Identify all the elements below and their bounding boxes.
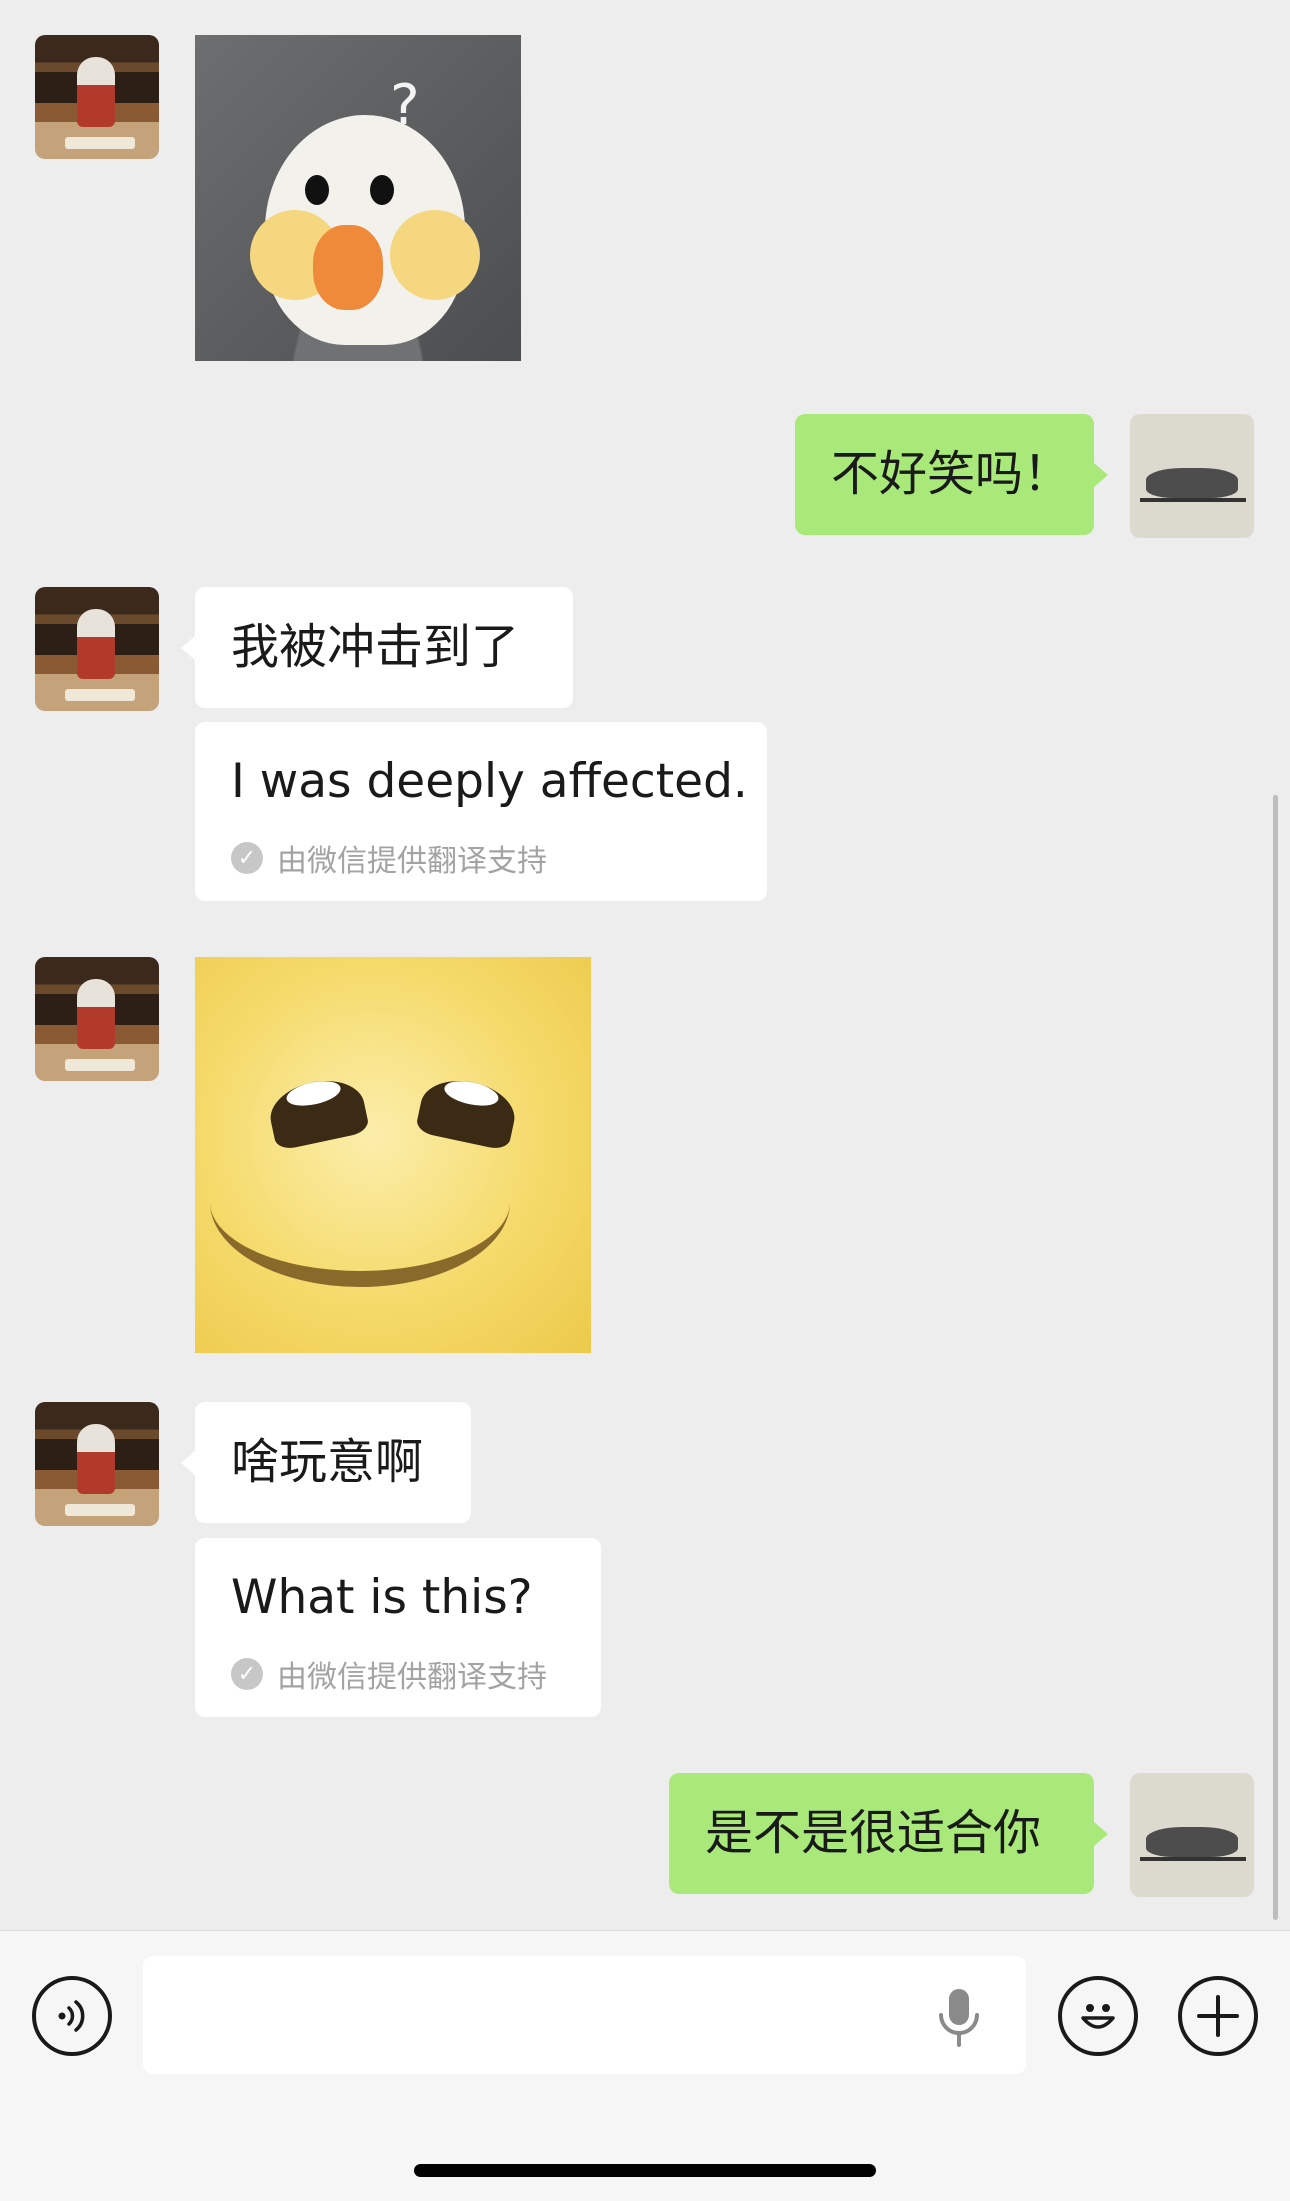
- received-message-bubble[interactable]: 啥玩意啊: [181, 1402, 471, 1523]
- input-bar: [0, 1930, 1290, 2201]
- avatar-image: [35, 1402, 159, 1526]
- translation-note: ✓ 由微信提供翻译支持: [231, 836, 547, 880]
- bubble-tail: [1094, 462, 1108, 487]
- translation-note: ✓ 由微信提供翻译支持: [231, 1652, 547, 1696]
- chat-area[interactable]: ? 不好笑吗！ 我被冲击到了 I was deeply affected. ✓ …: [0, 0, 1290, 1930]
- bird-sticker[interactable]: ?: [195, 35, 521, 361]
- bird-cheek: [390, 210, 480, 300]
- bird-eye: [370, 175, 394, 205]
- scrollbar[interactable]: [1273, 795, 1278, 1920]
- voice-toggle-button[interactable]: [32, 1976, 112, 2056]
- smile-mouth: [210, 1117, 510, 1287]
- avatar-image: [35, 35, 159, 159]
- more-button[interactable]: [1178, 1976, 1258, 2056]
- translation-text: I was deeply affected.: [231, 754, 748, 809]
- received-message-bubble[interactable]: 我被冲击到了: [181, 587, 573, 708]
- translation-note-text: 由微信提供翻译支持: [277, 844, 547, 879]
- home-indicator[interactable]: [414, 2164, 876, 2177]
- bird-beak: [313, 225, 383, 310]
- emoji-button[interactable]: [1058, 1976, 1138, 2056]
- check-icon: ✓: [231, 842, 263, 874]
- contact-avatar[interactable]: [35, 957, 159, 1081]
- avatar-image: [1130, 1773, 1254, 1897]
- plus-icon: [1197, 1995, 1239, 2037]
- message-text: 啥玩意啊: [231, 1433, 424, 1490]
- avatar-image: [1130, 414, 1254, 538]
- bubble-tail: [181, 1450, 195, 1475]
- translation-note-text: 由微信提供翻译支持: [277, 1660, 547, 1695]
- bubble-tail: [1094, 1821, 1108, 1846]
- contact-avatar[interactable]: [35, 1402, 159, 1526]
- bird-question-mark: ?: [390, 73, 420, 138]
- bubble-tail: [181, 635, 195, 660]
- my-avatar[interactable]: [1130, 414, 1254, 538]
- emoji-icon: [1081, 2004, 1115, 2029]
- message-text: 不好笑吗！: [831, 445, 1072, 502]
- message-text: 我被冲击到了: [231, 618, 520, 675]
- avatar-image: [35, 587, 159, 711]
- my-avatar[interactable]: [1130, 1773, 1254, 1897]
- contact-avatar[interactable]: [35, 35, 159, 159]
- sent-message-bubble[interactable]: 是不是很适合你: [669, 1773, 1108, 1894]
- sent-message-bubble[interactable]: 不好笑吗！: [795, 414, 1108, 535]
- translation-card[interactable]: What is this? ✓ 由微信提供翻译支持: [195, 1538, 601, 1717]
- smile-sticker[interactable]: [195, 957, 591, 1353]
- translation-text: What is this?: [231, 1570, 533, 1625]
- message-input[interactable]: [143, 1956, 1026, 2074]
- message-text: 是不是很适合你: [705, 1804, 1042, 1861]
- check-icon: ✓: [231, 1658, 263, 1690]
- contact-avatar[interactable]: [35, 587, 159, 711]
- mic-icon[interactable]: [936, 1987, 982, 2051]
- bird-eye: [305, 175, 329, 205]
- translation-card[interactable]: I was deeply affected. ✓ 由微信提供翻译支持: [195, 722, 767, 901]
- voice-icon: [58, 2000, 85, 2032]
- avatar-image: [35, 957, 159, 1081]
